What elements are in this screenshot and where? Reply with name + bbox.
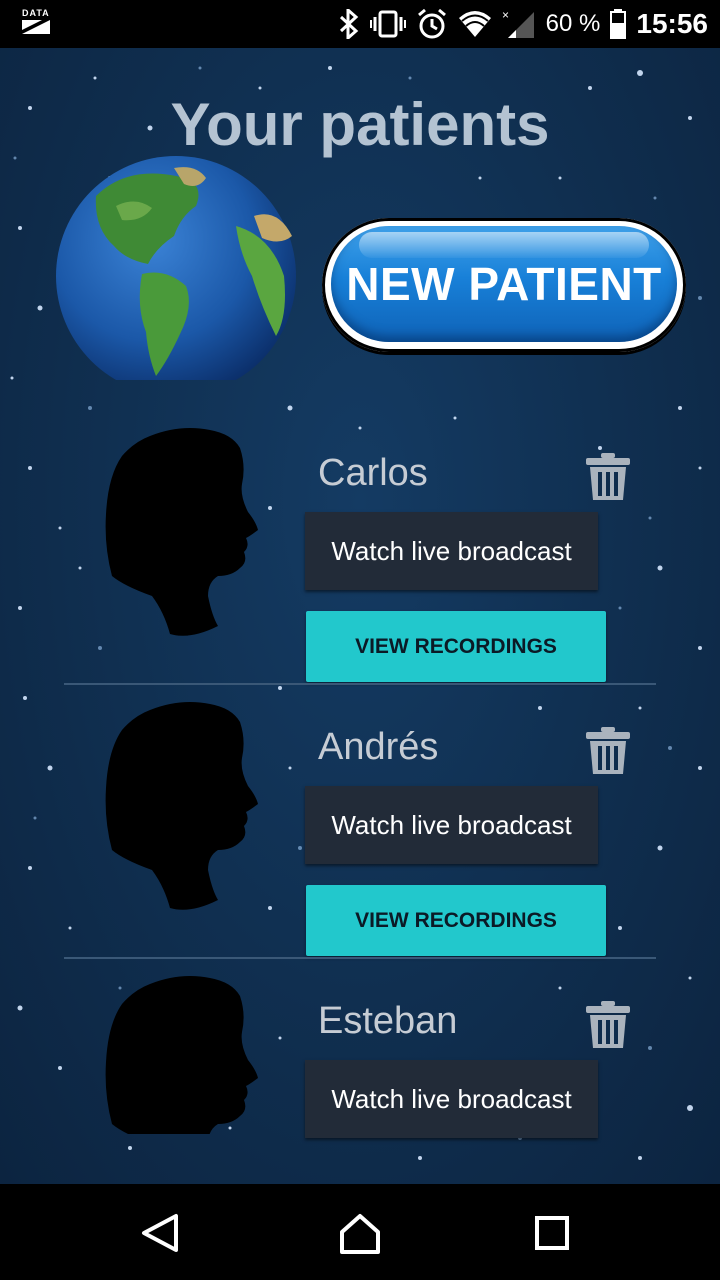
status-bar: DATA × 60 % 15:56 — [0, 0, 720, 48]
bluetooth-icon — [339, 9, 358, 39]
patient-silhouette-avatar — [105, 428, 258, 636]
view-recordings-button[interactable]: VIEW RECORDINGS — [306, 885, 606, 956]
patient-card-carlos: Carlos Watch live broadcast VIEW RECORDI… — [0, 412, 720, 686]
patient-name: Carlos — [318, 452, 428, 494]
clock: 15:56 — [636, 8, 708, 39]
recents-icon[interactable] — [522, 1208, 582, 1258]
patient-silhouette-avatar — [105, 702, 258, 910]
battery-percent: 60 % — [545, 10, 601, 37]
vibrate-icon — [369, 10, 406, 38]
watch-live-broadcast-button[interactable]: Watch live broadcast — [305, 512, 598, 590]
trash-icon[interactable] — [584, 726, 632, 776]
svg-text:×: × — [502, 9, 509, 22]
watch-live-broadcast-button[interactable]: Watch live broadcast — [305, 786, 598, 864]
page-title: Your patients — [170, 91, 550, 158]
mobile-data-indicator: DATA — [22, 8, 52, 36]
globe-image — [56, 156, 296, 380]
navigation-bar — [0, 1184, 720, 1280]
wifi-icon — [458, 11, 491, 37]
view-recordings-button[interactable]: VIEW RECORDINGS — [306, 611, 606, 682]
patient-card-andres: Andrés Watch live broadcast VIEW RECORDI… — [0, 686, 720, 960]
battery-icon — [610, 9, 627, 39]
patient-name: Esteban — [318, 1000, 458, 1042]
main-content[interactable]: Your patients NEW PATIENT Carlos Watch l… — [0, 48, 720, 1184]
watch-live-broadcast-button[interactable]: Watch live broadcast — [305, 1060, 598, 1138]
patient-card-esteban: Esteban Watch live broadcast — [0, 960, 720, 1184]
trash-icon[interactable] — [584, 1000, 632, 1050]
divider — [64, 957, 656, 959]
alarm-icon — [417, 8, 446, 39]
signal-icon: × — [502, 9, 534, 38]
patient-silhouette-avatar — [105, 976, 258, 1134]
back-icon[interactable] — [130, 1208, 190, 1258]
patient-name: Andrés — [318, 726, 439, 768]
new-patient-button[interactable]: NEW PATIENT — [322, 218, 686, 352]
data-arrows-icon — [22, 20, 50, 34]
data-label: DATA — [22, 8, 50, 18]
home-icon[interactable] — [330, 1208, 390, 1258]
divider — [64, 683, 656, 685]
new-patient-label: NEW PATIENT — [346, 258, 662, 310]
trash-icon[interactable] — [584, 452, 632, 502]
